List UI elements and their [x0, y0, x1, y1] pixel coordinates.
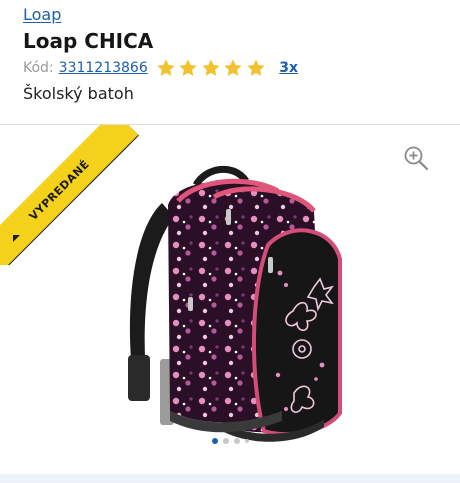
- ribbon-tail: [13, 235, 20, 242]
- product-code-link[interactable]: 3311213866: [59, 60, 148, 76]
- carousel-pagination[interactable]: [0, 438, 460, 444]
- sold-out-label: VYPREDANÉ: [26, 157, 92, 223]
- carousel-dot[interactable]: [233, 438, 240, 444]
- bottom-panel: [0, 474, 460, 483]
- carousel-dot-active[interactable]: [211, 438, 218, 444]
- star-icon: [223, 58, 245, 78]
- brand-link[interactable]: Loap: [23, 5, 61, 24]
- product-title: Loap CHICA: [23, 29, 154, 53]
- rating-stars[interactable]: [156, 58, 269, 78]
- product-image[interactable]: [118, 161, 348, 451]
- star-icon: [201, 58, 223, 78]
- zoom-in-icon[interactable]: [402, 144, 430, 172]
- star-icon: [246, 58, 268, 78]
- product-meta-row: Kód: 3311213866 3x: [23, 58, 298, 78]
- product-category: Školský batoh: [23, 84, 134, 103]
- product-gallery[interactable]: VYPREDANÉ: [0, 125, 460, 465]
- carousel-dot[interactable]: [222, 438, 229, 444]
- star-icon: [178, 58, 200, 78]
- reviews-count-link[interactable]: 3x: [279, 60, 298, 76]
- carousel-dot[interactable]: [244, 439, 249, 443]
- code-label: Kód:: [23, 60, 54, 76]
- star-icon: [156, 58, 178, 78]
